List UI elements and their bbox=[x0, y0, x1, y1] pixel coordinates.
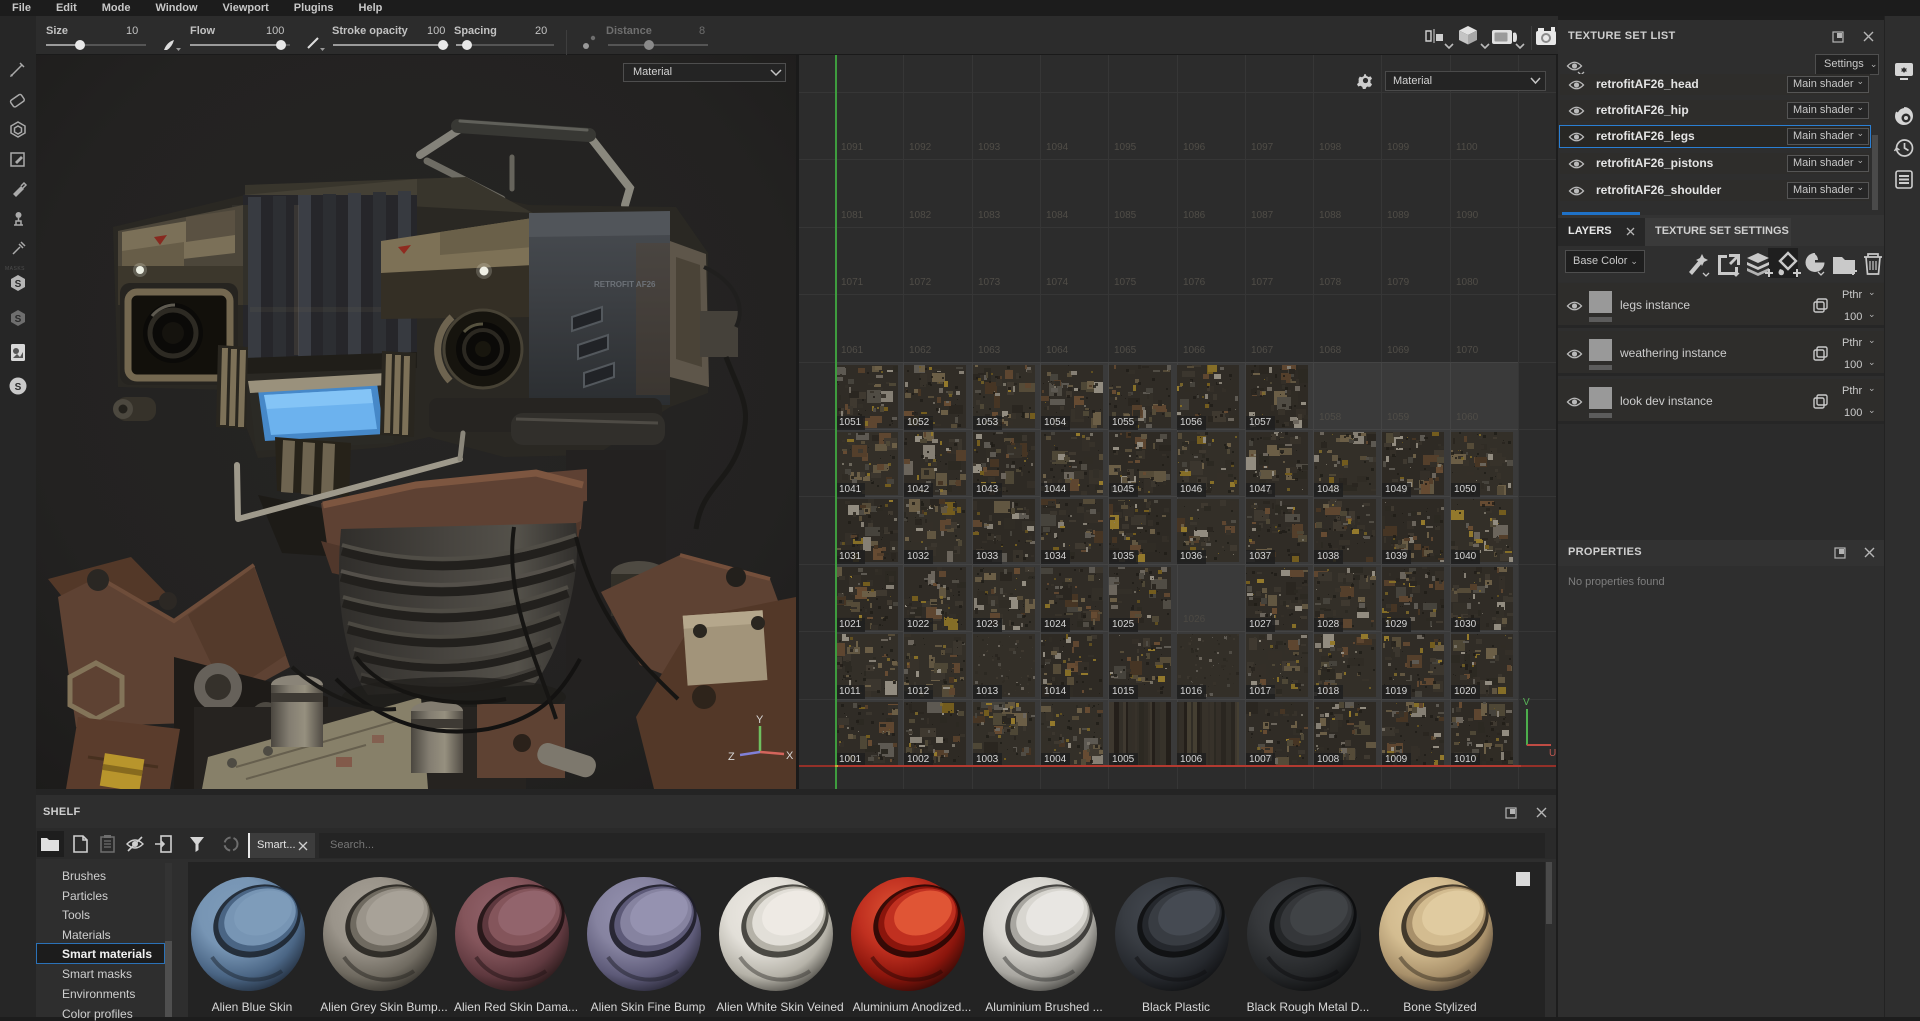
svg-text:X: X bbox=[786, 750, 794, 762]
svg-text:V: V bbox=[1523, 697, 1530, 708]
svg-text:S: S bbox=[15, 279, 22, 290]
svg-text:Z: Z bbox=[728, 751, 735, 763]
svg-text:RETROFIT AF26: RETROFIT AF26 bbox=[594, 280, 656, 289]
svg-text:U: U bbox=[1549, 748, 1556, 757]
svg-text:S: S bbox=[15, 314, 22, 325]
svg-text:S: S bbox=[15, 382, 22, 393]
svg-text:Y: Y bbox=[756, 714, 764, 726]
